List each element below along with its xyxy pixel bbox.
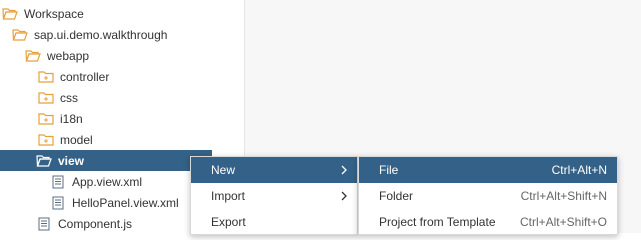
tree-item-label: model [60,132,93,147]
tree-item-label: App.view.xml [72,174,143,189]
tree-item-label: view [58,153,85,168]
tree-item-i18n[interactable]: i18n [0,108,282,129]
context-menu: New Import Export [190,156,358,235]
folder-open-icon [2,7,18,21]
shortcut-label: Ctrl+Alt+Shift+O [519,215,607,229]
file-icon [50,175,66,189]
menu-item-new[interactable]: New [191,157,357,183]
tree-item-label: css [60,90,78,105]
file-icon [36,217,52,231]
submenu-item-file[interactable]: File Ctrl+Alt+N [359,157,617,183]
submenu-item-folder[interactable]: Folder Ctrl+Alt+Shift+N [359,183,617,209]
tree-item-label: sap.ui.demo.walkthrough [34,27,168,42]
submenu-item-label: Folder [379,189,414,203]
tree-item-label: HelloPanel.view.xml [72,195,179,210]
menu-item-label: Export [211,215,246,229]
submenu-item-project-from-template[interactable]: Project from Template Ctrl+Alt+Shift+O [359,209,617,235]
tree-item-label: Component.js [58,216,133,231]
menu-item-export[interactable]: Export [191,209,357,235]
tree-item-view[interactable]: view [0,150,212,171]
tree-item-label: controller [60,69,110,84]
file-icon [50,196,66,210]
submenu-item-label: Project from Template [379,215,496,229]
tree-item-label: webapp [47,48,90,63]
chevron-right-icon [339,163,349,177]
tree-item-label: Workspace [24,6,84,21]
menu-item-import[interactable]: Import [191,183,357,209]
folder-open-icon [25,49,41,63]
folder-icon [38,91,54,105]
tree-item-css[interactable]: css [0,87,282,108]
tree-item-controller[interactable]: controller [0,66,282,87]
menu-item-label: New [211,163,236,177]
tree-item-label: i18n [60,111,83,126]
chevron-right-icon [339,189,349,203]
tree-item-workspace[interactable]: Workspace [0,3,246,24]
shortcut-label: Ctrl+Alt+N [551,163,607,177]
new-submenu: File Ctrl+Alt+N Folder Ctrl+Alt+Shift+N … [358,156,618,235]
folder-open-icon [36,154,52,168]
folder-icon [38,112,54,126]
shortcut-label: Ctrl+Alt+Shift+N [520,189,607,203]
tree-item-project[interactable]: sap.ui.demo.walkthrough [0,24,256,45]
folder-icon [38,70,54,84]
submenu-item-label: File [379,163,399,177]
tree-item-webapp[interactable]: webapp [0,45,269,66]
menu-item-label: Import [211,189,246,203]
tree-item-model[interactable]: model [0,129,282,150]
folder-icon [38,133,54,147]
folder-open-icon [12,28,28,42]
